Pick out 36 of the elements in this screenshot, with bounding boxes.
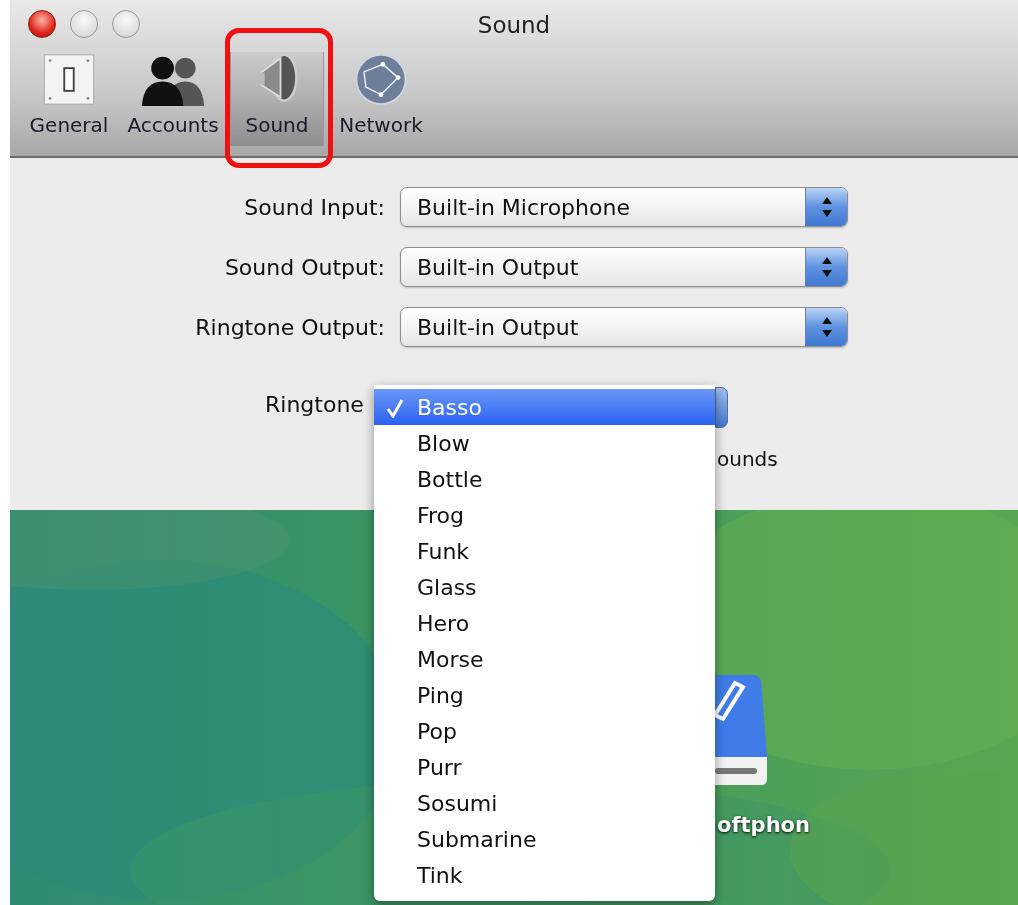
toolbar-tab[interactable]: Sound — [230, 52, 324, 146]
field-label: Ringtone Output: — [194, 313, 385, 342]
field-label: Sound Input: — [243, 193, 385, 222]
menu-item[interactable]: Pop — [374, 713, 715, 749]
menu-item[interactable]: Morse — [374, 641, 715, 677]
menu-item[interactable]: Tink — [374, 857, 715, 893]
close-button[interactable] — [28, 10, 56, 38]
dropdown-button[interactable] — [715, 387, 728, 428]
toolbar-tab[interactable]: Network — [334, 52, 428, 146]
window-title: Sound — [477, 11, 551, 40]
menu-item[interactable]: Blow — [374, 425, 715, 461]
menu-item[interactable]: Ping — [374, 677, 715, 713]
desktop-icon-label: oftphon — [717, 812, 810, 839]
toolbar-tab[interactable]: Accounts — [126, 52, 220, 146]
globe-icon — [353, 53, 409, 106]
stepper-arrows-icon — [820, 316, 833, 338]
menu-item[interactable]: Frog — [374, 497, 715, 533]
option-label: ounds — [717, 446, 778, 473]
menu-item[interactable]: Glass — [374, 569, 715, 605]
menu-item[interactable]: Bottle — [374, 461, 715, 497]
menu-item[interactable]: Sosumi — [374, 785, 715, 821]
stepper-arrows-icon — [820, 256, 833, 278]
dropdown-button[interactable]: Built-in Microphone — [400, 187, 848, 227]
menu-item[interactable]: Basso — [374, 389, 715, 425]
menu-item[interactable]: Hero — [374, 605, 715, 641]
stepper-arrows-icon — [820, 196, 833, 218]
field-label: Ringtone — [265, 391, 364, 419]
dropdown-button[interactable]: Built-in Output — [400, 247, 848, 287]
menu-item[interactable]: Funk — [374, 533, 715, 569]
toolbar-tab[interactable]: General — [22, 52, 116, 146]
field-label: Sound Output: — [223, 253, 385, 282]
menu-item[interactable]: Submarine — [374, 821, 715, 857]
switch-icon — [41, 53, 97, 106]
menu-item[interactable]: Purr — [374, 749, 715, 785]
check-icon — [386, 398, 404, 418]
dropdown-button[interactable]: Built-in Output — [400, 307, 848, 347]
